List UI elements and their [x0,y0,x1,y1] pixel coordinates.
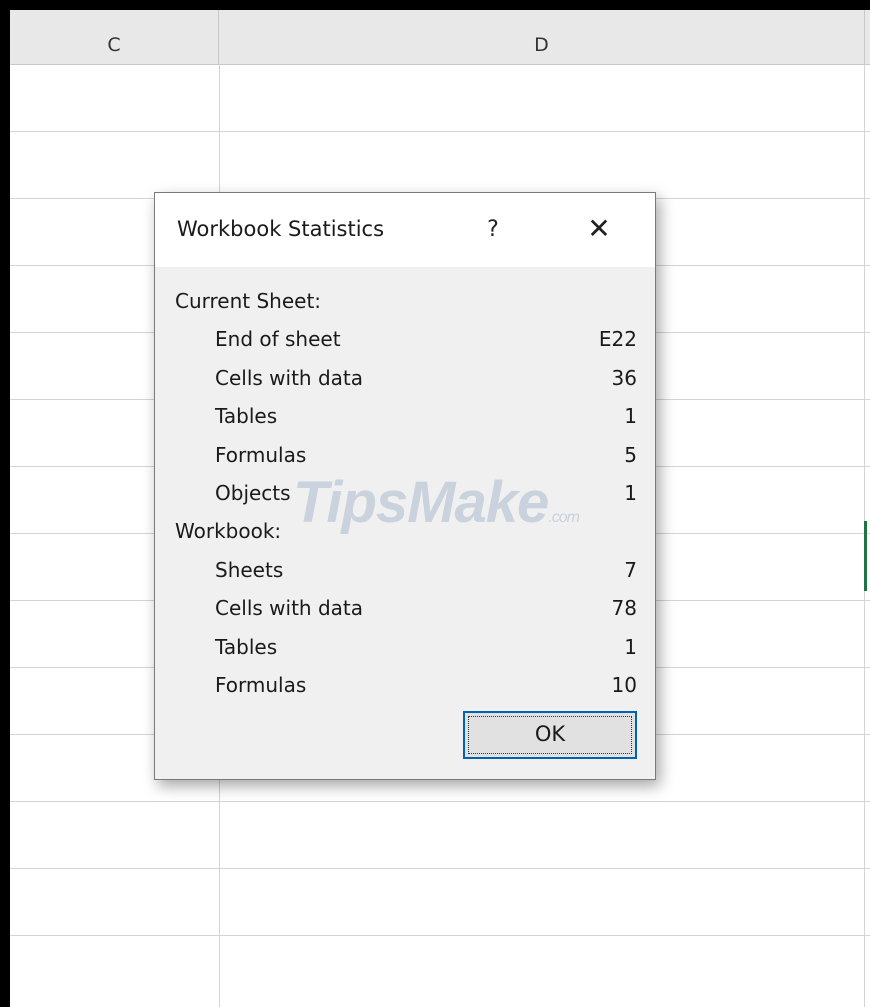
stat-row: Cells with data 36 [215,366,637,396]
row-divider [10,801,870,802]
stat-label: End of sheet [215,327,341,351]
column-header-e-edge[interactable] [864,10,870,64]
focus-rectangle [468,716,632,754]
stat-value: 36 [611,366,637,390]
stat-value: E22 [598,327,637,351]
stat-value: 10 [611,673,637,697]
row-divider [10,868,870,869]
close-icon: ✕ [587,212,611,245]
current-sheet-heading: Current Sheet: [175,289,322,313]
watermark-logo: TipsMake.com [293,469,580,536]
stat-value: 5 [624,443,637,467]
dialog-title: Workbook Statistics [177,217,385,241]
column-header-c[interactable]: C [10,10,219,64]
stat-row: Formulas 10 [215,673,637,703]
stat-value: 1 [624,481,637,505]
stat-value: 1 [624,635,637,659]
workbook-heading: Workbook: [175,519,282,543]
dialog-titlebar[interactable]: Workbook Statistics ? ✕ [155,193,655,267]
column-header-row: C D [10,10,870,65]
ok-button[interactable]: OK [463,711,637,759]
stat-label: Cells with data [215,366,363,390]
stat-label: Tables [215,635,278,659]
stat-row: Sheets 7 [215,558,637,588]
stat-label: Objects [215,481,291,505]
stat-row: Tables 1 [215,635,637,665]
stat-label: Sheets [215,558,284,582]
watermark-text: TipsMake [293,470,549,535]
selected-cell-border [864,521,867,591]
close-button[interactable]: ✕ [579,211,619,247]
stat-value: 78 [611,596,637,620]
column-header-d[interactable]: D [219,10,864,64]
stat-label: Cells with data [215,596,363,620]
stat-row: End of sheet E22 [215,327,637,357]
stat-row: Tables 1 [215,404,637,434]
stat-label: Formulas [215,443,307,467]
row-divider [10,131,870,132]
stat-value: 1 [624,404,637,428]
stat-label: Tables [215,404,278,428]
stat-value: 7 [624,558,637,582]
watermark-suffix: .com [548,509,580,526]
stat-row: Cells with data 78 [215,596,637,626]
stat-label: Formulas [215,673,307,697]
help-button[interactable]: ? [473,213,513,247]
row-divider [10,935,870,936]
workbook-statistics-dialog: Workbook Statistics ? ✕ Current Sheet: E… [154,192,656,780]
